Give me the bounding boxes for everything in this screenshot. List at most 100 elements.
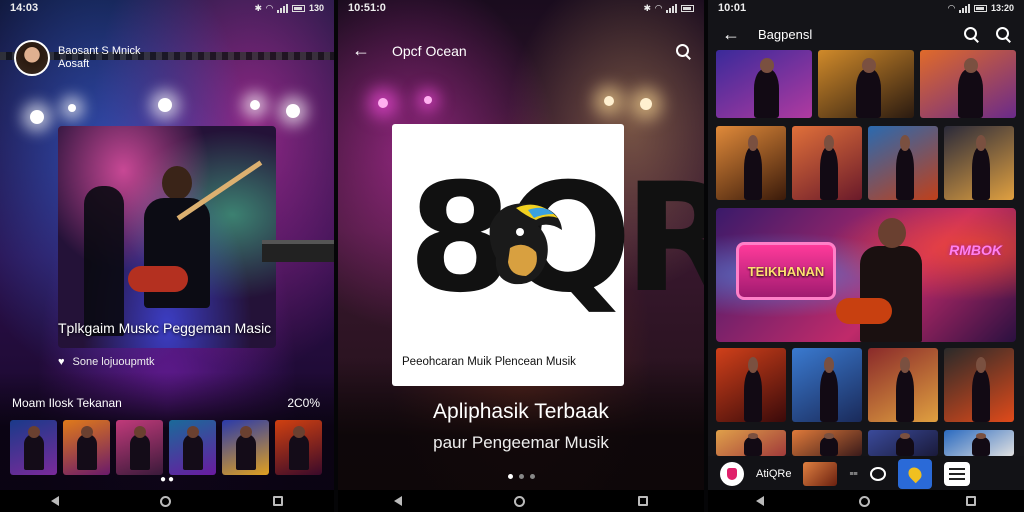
headline: Apliphasik Terbaak (433, 400, 609, 423)
now-playing-thumb[interactable] (803, 462, 838, 486)
home-icon[interactable] (859, 495, 871, 507)
album-tile[interactable] (868, 430, 938, 456)
stage-light (250, 100, 260, 110)
carousel-dots: ●● (160, 474, 177, 485)
featured-banner[interactable]: TEIKHANAN RMBOK (716, 208, 1016, 342)
subheadline: paur Pengeemar Musik (433, 433, 609, 452)
likes-row[interactable]: ♥ Sone lojuoupmtk (58, 356, 154, 368)
battery-icon (973, 4, 987, 12)
back-icon[interactable] (394, 496, 403, 506)
album-thumbnail[interactable] (116, 420, 163, 475)
dock-logo-icon[interactable]: ≡≡ (849, 471, 857, 478)
keyboard-rig (262, 240, 334, 262)
album-tile[interactable] (868, 348, 938, 422)
banner-badge-text: TEIKHANAN (747, 263, 825, 279)
album-tile[interactable] (716, 430, 786, 456)
album-thumbnail[interactable] (63, 420, 110, 475)
artist-figure (236, 426, 256, 470)
profile-header[interactable]: Baosant S Mnick Aosaft (14, 40, 141, 76)
home-icon[interactable] (160, 495, 172, 507)
page-dot[interactable] (507, 474, 513, 479)
artist-figure (856, 58, 882, 118)
bottom-dock: AtiQRe ≡≡ (708, 456, 1024, 492)
thumbnail-row (10, 420, 322, 475)
album-tile[interactable] (792, 348, 862, 422)
stage-light (158, 98, 172, 112)
album-tile[interactable] (944, 348, 1014, 422)
section-value: 2C0% (287, 396, 320, 410)
profile-text: Baosant S Mnick Aosaft (58, 45, 141, 71)
back-icon[interactable] (50, 496, 59, 506)
status-battery-text: 13:20 (990, 3, 1014, 13)
artist-figure (289, 426, 309, 470)
page-dot[interactable] (518, 474, 524, 479)
page-dot[interactable] (529, 474, 535, 479)
parrot-logo-icon (489, 203, 562, 285)
album-tile[interactable] (944, 126, 1014, 200)
heart-icon[interactable]: ♥ (58, 356, 65, 368)
chat-icon[interactable] (869, 467, 886, 481)
album-row-2 (716, 126, 1014, 200)
featured-artwork[interactable] (58, 126, 276, 348)
avatar[interactable] (14, 40, 50, 76)
dock-label[interactable]: AtiQRe (756, 468, 791, 480)
album-tile[interactable] (716, 50, 812, 118)
search-icon[interactable] (676, 43, 690, 58)
top-app-bar: ← Opcf Ocean (338, 40, 704, 61)
banner-badge: TEIKHANAN (736, 242, 836, 300)
artist-figure (972, 356, 991, 422)
artist-figure (972, 134, 991, 200)
app-icon[interactable] (720, 462, 744, 486)
status-bar: 10:51:0 ✱ ◠ (338, 0, 704, 16)
album-tile[interactable] (792, 430, 862, 456)
artist-figure (754, 58, 780, 118)
album-thumbnail[interactable] (275, 420, 322, 475)
artist-figure (972, 433, 991, 456)
signal-icon (276, 3, 288, 13)
album-thumbnail[interactable] (169, 420, 216, 475)
guitarist-figure (138, 166, 218, 346)
status-icons: ✱ ◠ 130 (255, 3, 325, 14)
back-arrow-icon[interactable]: ← (352, 40, 370, 61)
artist-figure (820, 134, 839, 200)
menu-icon[interactable] (943, 462, 970, 486)
stage-light (68, 104, 76, 112)
artist-figure (183, 426, 203, 470)
artist-figure (744, 356, 763, 422)
album-tile[interactable] (944, 430, 1014, 456)
android-nav-bar (708, 490, 1024, 512)
recents-icon[interactable] (273, 496, 284, 506)
status-battery-text: 130 (308, 3, 324, 13)
status-icons: ◠ 13:20 (948, 3, 1014, 14)
maps-icon[interactable] (897, 459, 932, 489)
recents-icon[interactable] (637, 496, 648, 506)
album-tile[interactable] (818, 50, 914, 118)
album-tile[interactable] (716, 126, 786, 200)
home-icon[interactable] (514, 495, 526, 507)
search-icon[interactable] (964, 27, 978, 41)
album-thumbnail[interactable] (222, 420, 269, 475)
recents-icon[interactable] (966, 496, 977, 506)
search-icon-secondary[interactable] (996, 27, 1010, 41)
screen-title: Bagpensl (758, 26, 813, 42)
back-arrow-icon[interactable]: ← (722, 24, 740, 45)
profile-name: Baosant S Mnick (58, 45, 141, 57)
album-tile[interactable] (792, 126, 862, 200)
featured-title: Tplkgaim Muskc Peggeman Masic (58, 320, 272, 336)
back-icon[interactable] (755, 496, 764, 506)
album-thumbnail[interactable] (10, 420, 57, 475)
album-tile[interactable] (868, 126, 938, 200)
android-nav-bar (0, 490, 334, 512)
status-bar: 10:01 ◠ 13:20 (708, 0, 1024, 16)
album-tile[interactable] (716, 348, 786, 422)
wifi-icon: ◠ (948, 2, 955, 13)
bluetooth-icon: ✱ (254, 2, 263, 13)
status-time: 14:03 (10, 2, 39, 14)
artist-figure (24, 426, 44, 470)
album-tile[interactable] (920, 50, 1016, 118)
status-time: 10:51:0 (348, 2, 386, 14)
wifi-icon: ◠ (655, 2, 662, 13)
home-screen: 14:03 ✱ ◠ 130 Baosant S Mnick Aosaft Tpl… (0, 0, 334, 512)
status-time: 10:01 (718, 2, 747, 14)
profile-subtitle: Aosaft (58, 58, 90, 70)
